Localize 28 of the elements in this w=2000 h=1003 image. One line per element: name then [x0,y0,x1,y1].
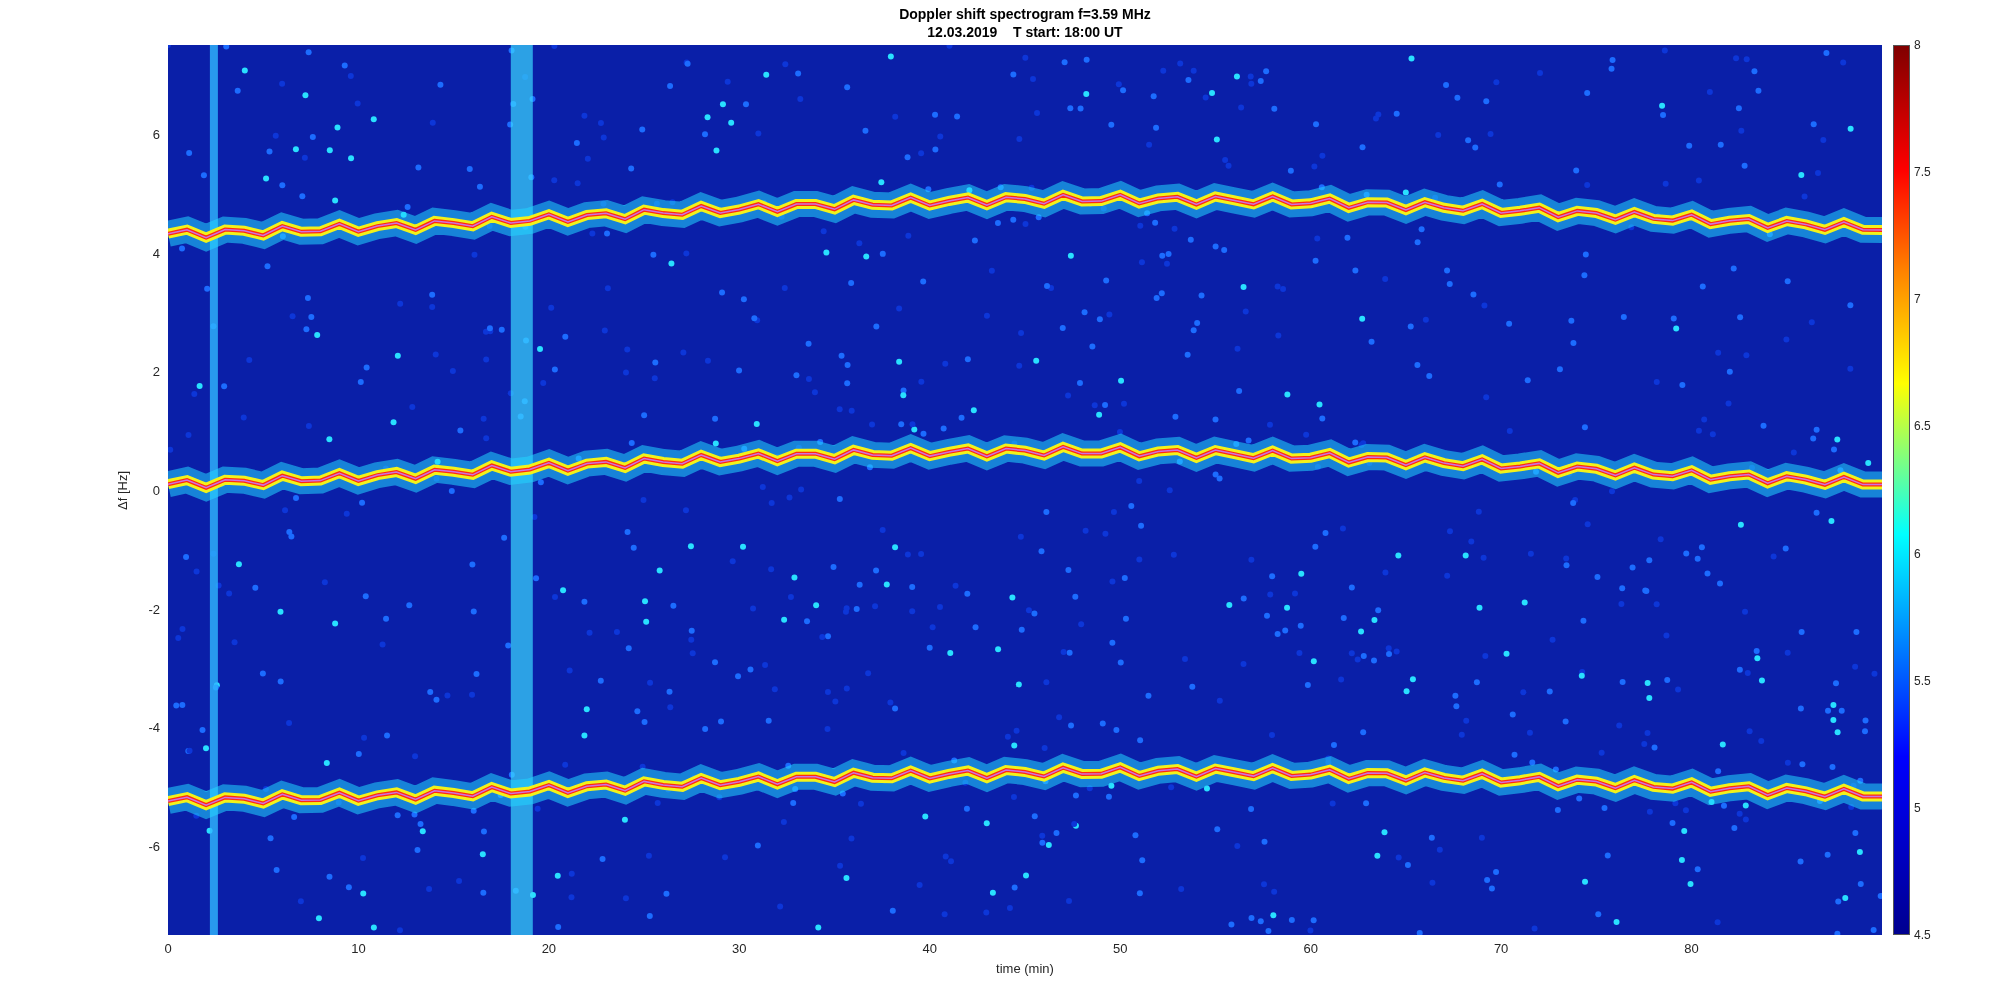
colorbar-tick-label: 6 [1914,546,1921,561]
x-tick-label: 20 [541,941,557,956]
colorbar-tick-label: 7 [1914,292,1921,307]
x-tick-label: 60 [1303,941,1318,956]
y-axis-label: Δf [Hz] [115,470,131,510]
y-tick-label: 2 [152,363,160,379]
y-tick-label: 4 [152,245,160,261]
colorbar-tick-label: 6.5 [1914,419,1931,434]
y-tick-label: 6 [152,126,160,142]
colorbar-tick-label: 5 [1914,800,1921,815]
x-tick-label: 50 [1113,941,1128,956]
colorbar-tick-label: 8 [1914,38,1921,52]
x-tick-label: 0 [164,941,172,956]
x-tick-label: 10 [351,941,366,956]
chart-title: 12.03.2019 T start: 18:00 UT [927,23,1123,40]
colorbar-tick-label: 5.5 [1914,673,1931,688]
y-tick-label: -4 [148,719,160,735]
x-axis-label: time (min) [995,961,1055,976]
colorbar-tick-label: 4.5 [1914,928,1931,942]
colorbar-tick-label: 7.5 [1914,165,1931,180]
x-tick-label: 40 [922,941,937,956]
x-tick-label: 80 [1684,941,1699,956]
chart-title: Doppler shift spectrogram f=3.59 MHz [899,5,1151,22]
y-tick-label: 0 [152,482,160,498]
x-tick-label: 70 [1493,941,1509,956]
y-tick-label: -6 [148,838,160,854]
y-tick-label: -2 [148,601,160,617]
x-tick-label: 30 [732,941,747,956]
